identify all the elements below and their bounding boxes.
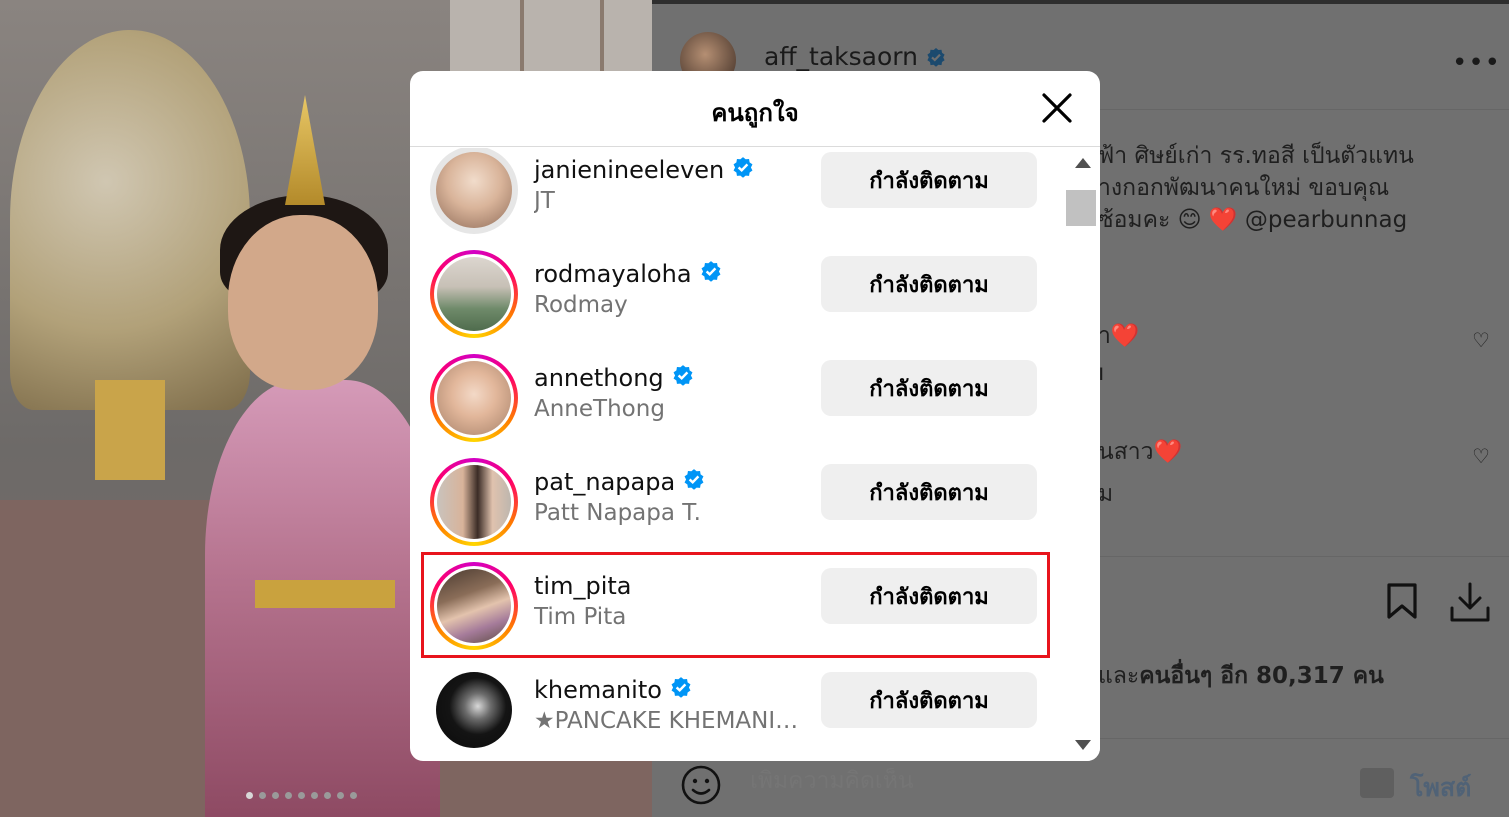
carousel-dot[interactable]: [285, 792, 292, 799]
download-icon[interactable]: [1448, 580, 1492, 628]
like-comment-icon[interactable]: ♡: [1472, 328, 1490, 352]
girl-face: [228, 215, 378, 390]
post-comment-button[interactable]: โพสต์: [1410, 768, 1471, 808]
liker-avatar[interactable]: [430, 250, 518, 338]
liker-username-wrap: annethong: [534, 364, 694, 392]
liker-avatar[interactable]: [430, 148, 518, 234]
caption-line: ซ้อมคะ 😊 ❤️ @pearbunnag: [1098, 207, 1408, 233]
verified-icon: [926, 44, 946, 73]
liker-row: pat_napapa Patt Napapa T. กำลังติดตาม: [410, 456, 1062, 560]
liker-full-name: Tim Pita: [534, 604, 627, 630]
verified-icon: [732, 156, 754, 184]
caption-line: างกอกพัฒนาคนใหม่ ขอบคุณ: [1098, 175, 1390, 201]
liker-username[interactable]: pat_napapa: [534, 468, 675, 496]
scrollbar[interactable]: [1062, 148, 1100, 761]
carousel-dot[interactable]: [350, 792, 357, 799]
following-button[interactable]: กำลังติดตาม: [821, 568, 1037, 624]
liker-username[interactable]: janienineeleven: [534, 156, 724, 184]
comment-input[interactable]: [750, 768, 1250, 794]
more-options-icon[interactable]: •••: [1452, 48, 1501, 78]
wish-tree: [10, 30, 250, 410]
liker-row: annethong AnneThong กำลังติดตาม: [410, 352, 1062, 456]
liker-username[interactable]: khemanito: [534, 676, 662, 704]
liker-row: rodmayaloha Rodmay กำลังติดตาม: [410, 248, 1062, 352]
likes-prefix: และ: [1098, 663, 1140, 689]
carousel-dot[interactable]: [324, 792, 331, 799]
likes-dialog: คนถูกใจ janienineeleven JT กำลังติดตาม r…: [410, 71, 1100, 761]
scroll-down-arrow-icon[interactable]: [1075, 740, 1091, 750]
liker-full-name: JT: [534, 188, 555, 214]
like-comment-icon[interactable]: ♡: [1472, 444, 1490, 468]
girl-belt: [255, 580, 395, 608]
liker-full-name: Rodmay: [534, 292, 628, 318]
following-button[interactable]: กำลังติดตาม: [821, 464, 1037, 520]
comment-meta: ม: [1098, 481, 1114, 507]
likes-summary[interactable]: และคนอื่นๆ อีก 80,317 คน: [1098, 658, 1384, 694]
liker-avatar[interactable]: [430, 458, 518, 546]
post-author-username[interactable]: aff_taksaorn: [764, 42, 918, 71]
likes-count[interactable]: คนอื่นๆ อีก 80,317 คน: [1139, 663, 1384, 689]
liker-avatar[interactable]: [430, 666, 518, 754]
resize-handle-icon[interactable]: [1360, 768, 1394, 798]
carousel-dot[interactable]: [337, 792, 344, 799]
carousel-dot[interactable]: [246, 792, 253, 799]
comment-text: า❤️: [1098, 323, 1140, 349]
girl-crown: [285, 95, 325, 205]
likers-list[interactable]: janienineeleven JT กำลังติดตาม rodmayalo…: [410, 148, 1062, 761]
carousel-dot[interactable]: [259, 792, 266, 799]
carousel-dot[interactable]: [298, 792, 305, 799]
verified-icon: [670, 676, 692, 704]
liker-row-highlighted: tim_pita Tim Pita กำลังติดตาม: [410, 560, 1062, 664]
bookmark-icon[interactable]: [1385, 582, 1419, 624]
following-button[interactable]: กำลังติดตาม: [821, 672, 1037, 728]
carousel-dot[interactable]: [272, 792, 279, 799]
carousel-dot[interactable]: [311, 792, 318, 799]
dialog-header: คนถูกใจ: [410, 71, 1100, 147]
liker-username[interactable]: tim_pita: [534, 572, 631, 600]
comment-text: นสาว❤️: [1098, 439, 1183, 465]
post-caption: ฟ้า ศิษย์เก่า รร.ทอสี เป็นตัวแทน างกอกพั…: [1098, 140, 1509, 236]
liker-avatar[interactable]: [430, 354, 518, 442]
scroll-thumb[interactable]: [1066, 190, 1096, 226]
caption-line: ฟ้า ศิษย์เก่า รร.ทอสี เป็นตัวแทน: [1098, 143, 1414, 169]
emoji-icon[interactable]: [680, 764, 722, 810]
liker-username-wrap: tim_pita: [534, 572, 631, 600]
following-button[interactable]: กำลังติดตาม: [821, 360, 1037, 416]
liker-full-name: Patt Napapa T.: [534, 500, 701, 526]
liker-full-name: AnneThong: [534, 396, 665, 422]
verified-icon: [672, 364, 694, 392]
dialog-title: คนถูกใจ: [711, 99, 799, 127]
liker-avatar[interactable]: [430, 562, 518, 650]
liker-username[interactable]: annethong: [534, 364, 664, 392]
verified-icon: [683, 468, 705, 496]
close-icon[interactable]: [1040, 91, 1074, 125]
liker-username-wrap: janienineeleven: [534, 156, 754, 184]
scroll-up-arrow-icon[interactable]: [1075, 158, 1091, 168]
liker-row: khemanito ★PANCAKE KHEMANIT★ กำลังติดตาม: [410, 664, 1062, 761]
liker-row: janienineeleven JT กำลังติดตาม: [410, 148, 1062, 248]
verified-icon: [700, 260, 722, 288]
post-author[interactable]: aff_taksaorn: [764, 42, 946, 73]
liker-full-name: ★PANCAKE KHEMANIT★: [534, 708, 804, 734]
liker-username-wrap: khemanito: [534, 676, 692, 704]
carousel-dots: [246, 792, 357, 799]
liker-username-wrap: rodmayaloha: [534, 260, 722, 288]
liker-username[interactable]: rodmayaloha: [534, 260, 692, 288]
following-button[interactable]: กำลังติดตาม: [821, 256, 1037, 312]
following-button[interactable]: กำลังติดตาม: [821, 152, 1037, 208]
tree-base: [95, 380, 165, 480]
liker-username-wrap: pat_napapa: [534, 468, 705, 496]
